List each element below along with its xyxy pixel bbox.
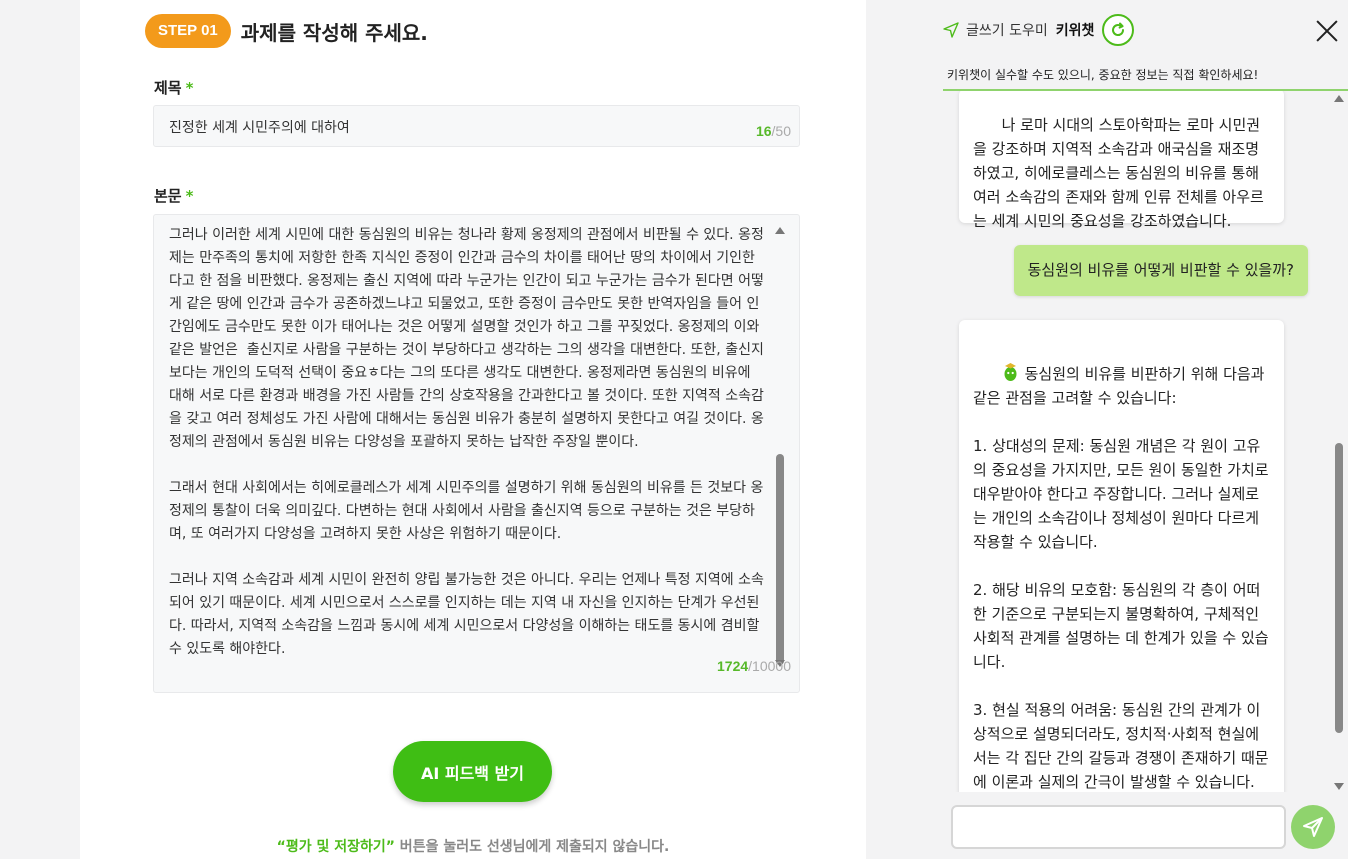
bot-message-text: 나 로마 시대의 스토아학파는 로마 시민권을 강조하며 지역적 소속감과 애국… xyxy=(973,116,1264,230)
notice-text: 버튼을 눌러도 선생님에게 제출되지 않습니다. xyxy=(394,839,670,855)
body-scrollbar[interactable] xyxy=(775,227,785,667)
scrollbar-thumb[interactable] xyxy=(1335,443,1343,733)
assignment-editor: STEP 01 과제를 작성해 주세요. 제목 * 진정한 세계 시민주의에 대하… xyxy=(80,0,866,859)
user-message: 동심원의 비유를 어떻게 비판할 수 있을까? xyxy=(1013,245,1308,296)
title-char-max: /50 xyxy=(771,123,791,139)
bot-message: 동심원의 비유를 비판하기 위해 다음과 같은 관점을 고려할 수 있습니다: … xyxy=(959,320,1284,792)
refresh-icon xyxy=(1112,22,1125,36)
user-message-text: 동심원의 비유를 어떻게 비판할 수 있을까? xyxy=(1027,261,1294,279)
title-input-value: 진정한 세계 시민주의에 대하여 xyxy=(169,120,350,136)
step-title: 과제를 작성해 주세요. xyxy=(240,20,428,45)
body-textarea[interactable]: 그러나 이러한 세계 시민에 대한 동심원의 비유는 청나라 황제 옹정제의 관… xyxy=(153,214,800,693)
bot-message-text: 동심원의 비유를 비판하기 위해 다음과 같은 관점을 고려할 수 있습니다: … xyxy=(973,365,1269,791)
send-icon xyxy=(943,22,959,38)
scroll-up-icon[interactable] xyxy=(1334,95,1344,102)
title-char-counter: 16/50 xyxy=(756,123,791,139)
required-mark: * xyxy=(185,79,194,97)
send-icon xyxy=(1303,817,1323,837)
body-label: 본문 * xyxy=(154,185,193,206)
chat-panel: 글쓰기 도우미 키위챗 키위챗이 실수할 수도 있으니, 중요한 정보는 직접 … xyxy=(943,0,1348,859)
body-char-max: /10000 xyxy=(748,658,791,674)
scrollbar-thumb[interactable] xyxy=(776,454,784,665)
refresh-button[interactable] xyxy=(1102,14,1135,46)
ai-feedback-button[interactable]: AI 피드백 받기 xyxy=(393,741,552,802)
title-label-text: 제목 xyxy=(154,79,182,97)
chat-header-name: 키위챗 xyxy=(1055,23,1095,39)
title-input[interactable]: 진정한 세계 시민주의에 대하여 16/50 xyxy=(153,105,800,147)
scroll-up-icon[interactable] xyxy=(775,227,785,234)
title-label: 제목 * xyxy=(154,77,193,98)
submission-notice: “평가 및 저장하기” 버튼을 눌러도 선생님에게 제출되지 않습니다. xyxy=(80,836,866,856)
bot-avatar-icon xyxy=(1004,363,1017,381)
ai-warning: 키위챗이 실수할 수도 있으니, 중요한 정보는 직접 확인하세요! xyxy=(947,68,1259,82)
notice-highlight: “평가 및 저장하기” xyxy=(276,839,395,855)
body-char-counter: 1724/10000 xyxy=(717,658,791,674)
bot-message: 나 로마 시대의 스토아학파는 로마 시민권을 강조하며 지역적 소속감과 애국… xyxy=(959,91,1284,230)
required-mark: * xyxy=(185,187,194,205)
close-icon[interactable] xyxy=(1316,20,1338,42)
send-button[interactable] xyxy=(1291,805,1335,849)
step-badge: STEP 01 xyxy=(145,14,231,48)
title-char-count: 16 xyxy=(755,123,772,139)
chat-scrollbar[interactable] xyxy=(1334,95,1344,790)
scroll-down-icon[interactable] xyxy=(1334,783,1344,790)
chat-input[interactable] xyxy=(951,805,1286,849)
chat-header: 글쓰기 도우미 키위챗 xyxy=(943,14,1135,46)
body-char-count: 1724 xyxy=(717,658,749,674)
step-header: STEP 01 과제를 작성해 주세요. xyxy=(145,14,428,48)
chat-messages: 나 로마 시대의 스토아학파는 로마 시민권을 강조하며 지역적 소속감과 애국… xyxy=(943,91,1348,792)
chat-header-title: 글쓰기 도우미 xyxy=(966,23,1048,39)
body-textarea-value: 그러나 이러한 세계 시민에 대한 동심원의 비유는 청나라 황제 옹정제의 관… xyxy=(169,227,764,657)
body-label-text: 본문 xyxy=(154,187,182,205)
